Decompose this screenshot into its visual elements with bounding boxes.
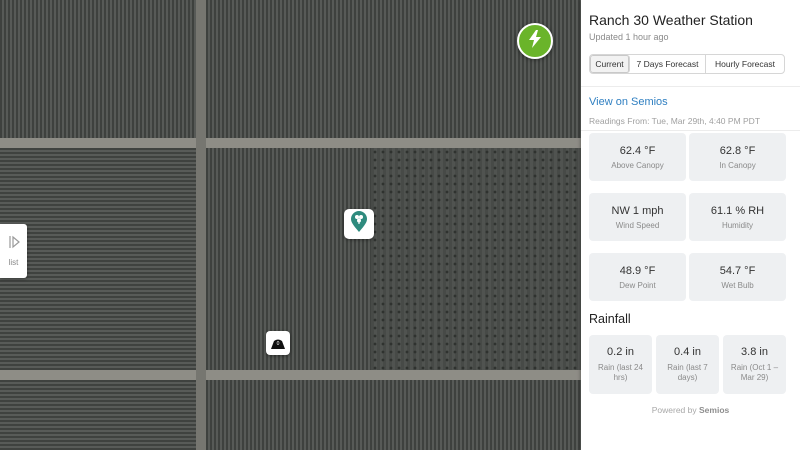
tab-hourly-forecast[interactable]: Hourly Forecast [706,55,784,73]
rain-last-24-hrs: 0.2 in Rain (last 24 hrs) [589,335,652,394]
metric-above-canopy: 62.4 °F Above Canopy [589,133,686,181]
station-detail-panel: Ranch 30 Weather Station Updated 1 hour … [581,0,800,450]
powered-by-brand: Semios [699,405,730,415]
orchard-field [206,0,581,138]
divider [581,86,800,87]
list-toggle-button[interactable]: list [0,224,27,278]
orchard-field [206,380,581,450]
powered-by-footer: Powered by Semios [581,405,800,415]
weather-station-icon [349,210,369,238]
metric-value: 62.8 °F [719,144,756,157]
metric-caption: Wind Speed [615,220,660,230]
metric-value: 48.9 °F [619,264,656,277]
tab-current[interactable]: Current [590,55,630,73]
rain-caption: Rain (Oct 1 – Mar 29) [730,363,779,382]
metric-caption: Above Canopy [611,160,664,170]
metric-wet-bulb: 54.7 °F Wet Bulb [689,253,786,301]
farm-road [196,0,206,450]
view-on-semios-link[interactable]: View on Semios [589,96,668,108]
readings-timestamp: Readings From: Tue, Mar 29th, 4:40 PM PD… [589,116,761,126]
orchard-field [0,0,196,138]
rain-caption: Rain (last 24 hrs) [598,363,643,382]
metric-caption: Wet Bulb [721,280,754,290]
rain-season: 3.8 in Rain (Oct 1 – Mar 29) [723,335,786,394]
metric-humidity: 61.1 % RH Humidity [689,193,786,241]
trap-icon: 0 [270,337,286,349]
metric-in-canopy: 62.8 °F In Canopy [689,133,786,181]
station-title: Ranch 30 Weather Station [589,12,753,28]
sidebar-toggle-icon [8,235,20,254]
orchard-field [371,148,581,370]
metric-value: 61.1 % RH [710,204,765,217]
tab-7-days-forecast[interactable]: 7 Days Forecast [630,55,706,73]
rain-value: 3.8 in [741,346,768,358]
powered-by-text: Powered by [651,405,697,415]
orchard-field [0,380,196,450]
view-tabs: Current 7 Days Forecast Hourly Forecast [589,54,785,74]
metric-caption: Dew Point [619,280,656,290]
divider [581,130,800,131]
lightning-bolt-icon [528,29,542,53]
metric-caption: In Canopy [719,160,756,170]
rain-value: 0.4 in [674,346,701,358]
satellite-map[interactable]: list 0 [0,0,581,450]
farm-road [0,138,581,148]
rain-last-7-days: 0.4 in Rain (last 7 days) [656,335,719,394]
farm-road [0,370,581,380]
updated-timestamp: Updated 1 hour ago [589,32,669,42]
energy-layer-button[interactable] [517,23,553,59]
weather-station-marker[interactable] [344,209,374,239]
metric-dew-point: 48.9 °F Dew Point [589,253,686,301]
metric-value: 62.4 °F [619,144,656,157]
rain-caption: Rain (last 7 days) [667,363,708,382]
trap-count: 0 [276,341,280,347]
metric-caption: Humidity [721,220,754,230]
metric-value: 54.7 °F [719,264,756,277]
trap-marker[interactable]: 0 [266,331,290,355]
rainfall-heading: Rainfall [589,312,631,326]
rain-value: 0.2 in [607,346,634,358]
orchard-field [0,148,196,370]
metric-value: NW 1 mph [611,204,664,217]
list-tab-label: list [8,258,19,267]
metric-wind-speed: NW 1 mph Wind Speed [589,193,686,241]
